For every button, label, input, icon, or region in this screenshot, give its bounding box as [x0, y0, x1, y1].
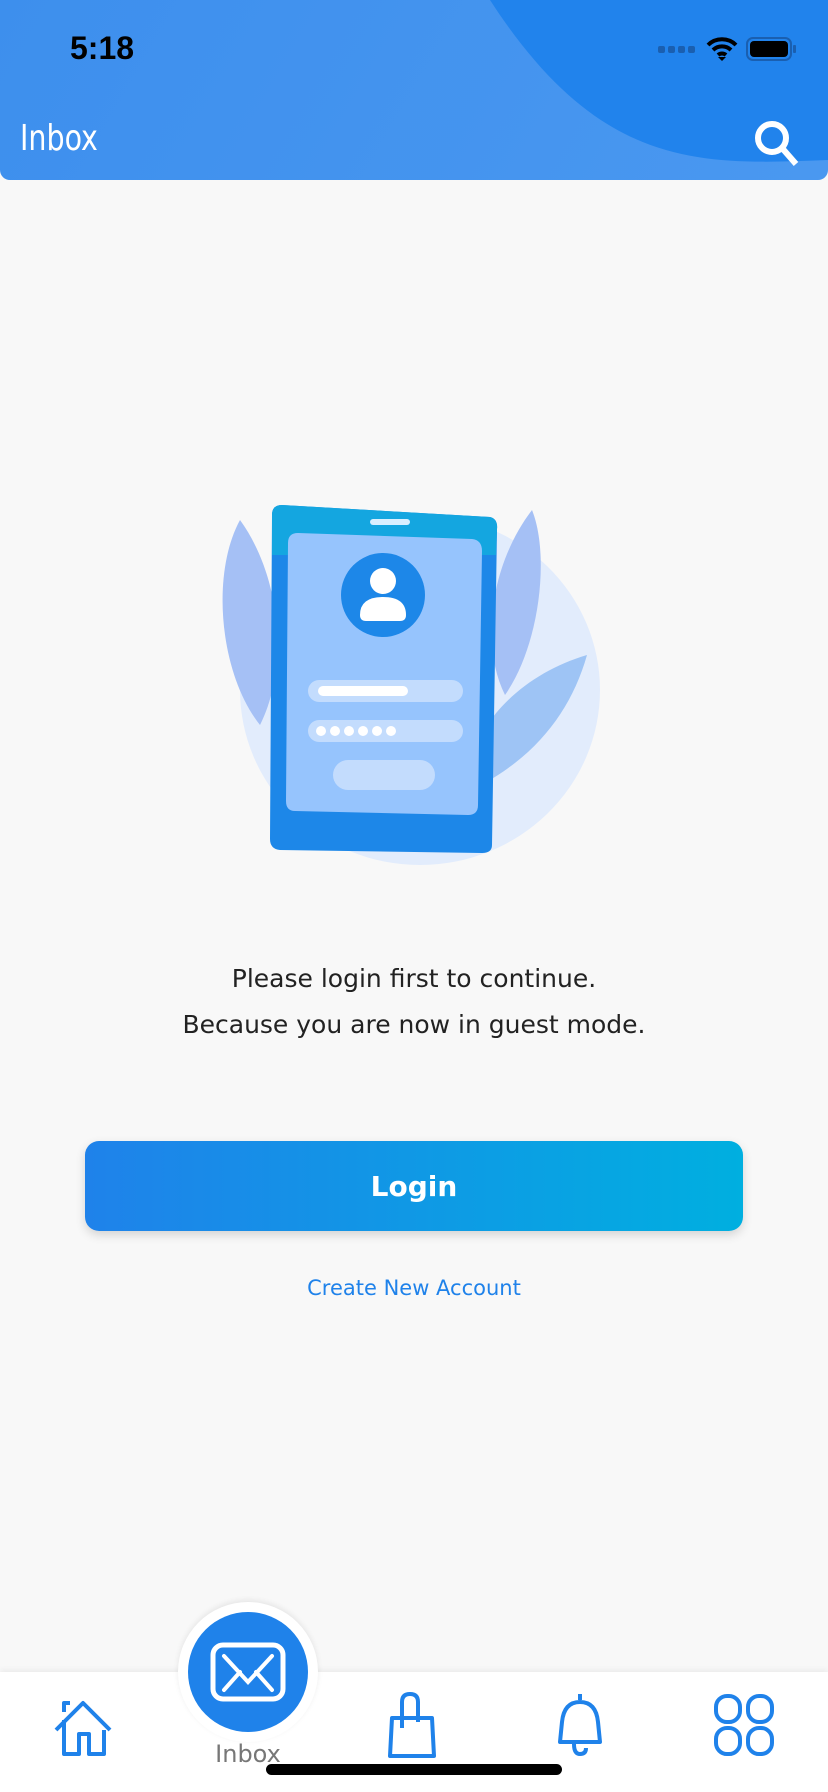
message-line-1: Please login first to continue. — [231, 964, 597, 993]
search-icon[interactable] — [752, 118, 802, 168]
message-line-2: Because you are now in guest mode. — [182, 1010, 646, 1039]
home-indicator — [266, 1764, 562, 1775]
app-header: 5:18 Inbox — [0, 0, 828, 180]
header-wave-decoration — [490, 0, 828, 162]
home-icon[interactable] — [52, 1698, 114, 1758]
status-icons — [658, 36, 798, 62]
grid-icon[interactable] — [714, 1694, 776, 1756]
bell-icon[interactable] — [552, 1692, 608, 1758]
page-title: Inbox — [20, 118, 98, 159]
shopping-bag-icon[interactable] — [386, 1692, 442, 1758]
wifi-icon — [706, 37, 738, 61]
create-account-link[interactable]: Create New Account — [0, 1276, 828, 1300]
login-illustration — [222, 505, 600, 865]
mail-icon — [210, 1642, 286, 1702]
status-time: 5:18 — [70, 30, 135, 66]
battery-icon — [746, 37, 796, 61]
inbox-fab-circle — [188, 1612, 308, 1732]
login-button[interactable]: Login — [85, 1141, 743, 1231]
signal-icon — [658, 46, 695, 53]
guest-mode-message: Please login first to continue. Because … — [0, 956, 828, 1048]
nav-inbox-button[interactable] — [178, 1602, 318, 1742]
